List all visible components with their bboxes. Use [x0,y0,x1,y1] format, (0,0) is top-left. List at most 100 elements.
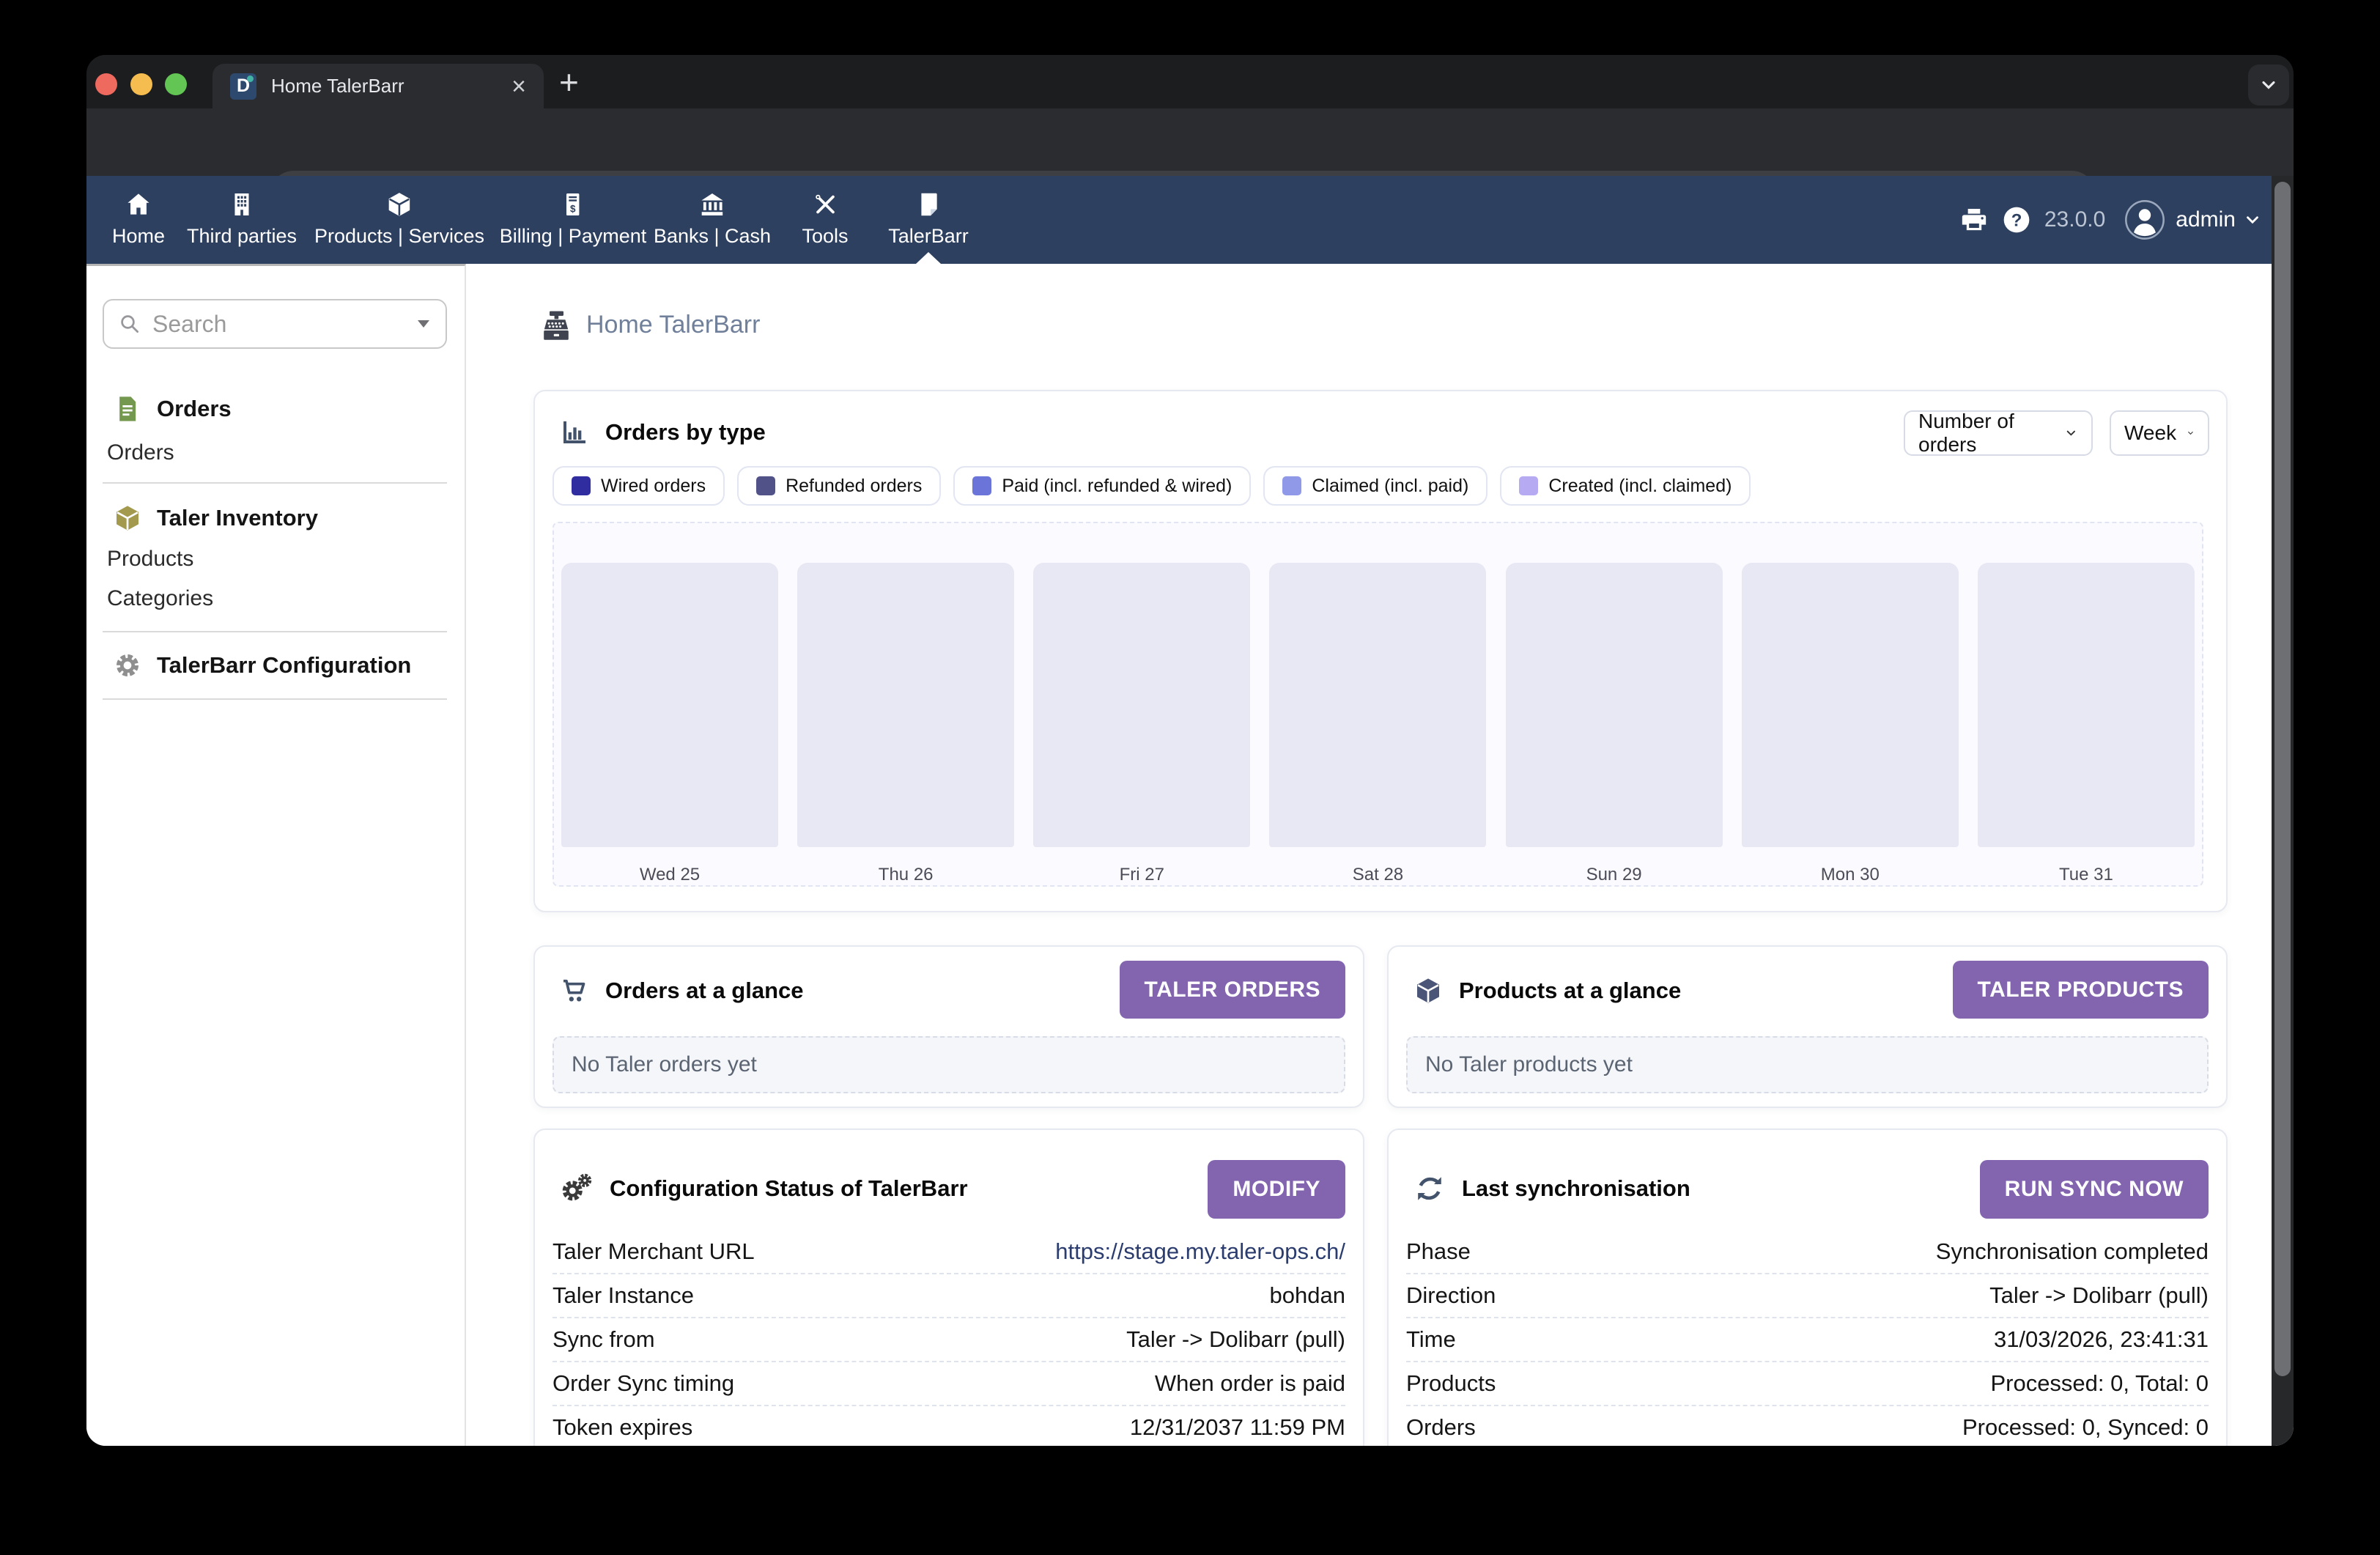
row-label: Time [1406,1326,1456,1353]
row-value: Processed: 0, Synced: 0 [1962,1414,2209,1441]
card-header: Configuration Status of TalerBarr [560,1130,968,1247]
sidebar-search[interactable] [103,299,447,349]
traffic-light-close-icon[interactable] [95,73,117,95]
row-label: Token expires [552,1414,692,1441]
legend-item-claimed[interactable]: Claimed (incl. paid) [1263,466,1488,506]
favicon-icon: D [230,73,256,100]
nav-item-banks-cash[interactable]: Banks | Cash [654,176,771,264]
nav-item-products-services[interactable]: Products | Services [314,176,484,264]
navbar-right-group: ? 23.0.0 admin [1959,176,2262,264]
placeholder-bar [1506,563,1723,847]
card-title: Orders by type [605,419,766,446]
merchant-url-link[interactable]: https://stage.my.taler-ops.ch/ [1055,1238,1345,1265]
search-input[interactable] [152,311,404,338]
x-tick-label: Fri 27 [1120,865,1164,885]
legend-item-paid[interactable]: Paid (incl. refunded & wired) [953,466,1251,506]
card-title: Last synchronisation [1462,1175,1690,1202]
products-empty-state: No Taler products yet [1406,1036,2209,1093]
row-label: Taler Merchant URL [552,1238,755,1265]
sidebar-link-categories[interactable]: Categories [107,583,213,615]
legend-swatch [1282,476,1301,495]
nav-item-third-parties[interactable]: Third parties [187,176,297,264]
tab-strip: D Home TalerBarr × + [86,55,2294,108]
sidebar-section-orders[interactable]: Orders [113,392,232,426]
new-tab-button[interactable]: + [559,65,579,99]
print-icon[interactable] [1959,205,1989,234]
taler-products-button[interactable]: TALER PRODUCTS [1953,961,2209,1019]
run-sync-now-button[interactable]: RUN SYNC NOW [1980,1160,2209,1219]
legend-item-created[interactable]: Created (incl. claimed) [1500,466,1751,506]
card-header: Products at a glance [1413,947,1681,1035]
nav-label: Home [112,225,165,248]
nav-item-talerbarr[interactable]: TalerBarr [888,176,969,264]
nav-item-billing-payment[interactable]: $ Billing | Payment [500,176,647,264]
legend-swatch [572,476,591,495]
browser-window: D Home TalerBarr × + dolibarr.tutorial.t… [86,55,2294,1446]
legend-swatch [972,476,991,495]
nav-label: TalerBarr [888,225,969,248]
sidebar-section-taler-inventory[interactable]: Taler Inventory [113,501,318,535]
sidebar-link-orders[interactable]: Orders [107,437,174,469]
traffic-light-minimize-icon[interactable] [130,73,152,95]
browser-toolbar: dolibarr.tutorial.taler.potuzhnyi.com/cu… [86,108,2294,176]
orders-empty-state: No Taler orders yet [552,1036,1345,1093]
sidebar-link-products[interactable]: Products [107,543,193,575]
legend-swatch [1519,476,1538,495]
nav-label: Billing | Payment [500,225,647,248]
table-row: Direction Taler -> Dolibarr (pull) [1406,1274,2209,1318]
x-tick-label: Sat 28 [1353,865,1403,885]
table-row: Token expires12/31/2037 11:59 PM [552,1406,1345,1446]
row-label: Sync from [552,1326,655,1353]
user-menu[interactable]: admin [2176,207,2236,232]
legend-item-refunded[interactable]: Refunded orders [737,466,941,506]
nav-item-home[interactable]: Home [112,176,165,264]
legend-item-wired[interactable]: Wired orders [552,466,725,506]
row-label: Taler Instance [552,1282,694,1309]
legend-label: Created (incl. claimed) [1548,476,1732,497]
nav-item-tools[interactable]: Tools [802,176,848,264]
x-tick-label: Thu 26 [879,865,934,885]
tab-search-chevron-button[interactable] [2248,64,2289,106]
sidebar-section-talerbarr-configuration[interactable]: TalerBarr Configuration [113,649,411,682]
table-row: Taler Merchant URL https://stage.my.taler… [552,1230,1345,1274]
period-select[interactable]: Week [2110,410,2209,456]
version-label: 23.0.0 [2044,207,2105,232]
section-title: Taler Inventory [157,505,318,531]
chevron-down-icon[interactable] [2243,210,2262,229]
scrollbar-thumb[interactable] [2274,182,2291,1376]
legend-label: Paid (incl. refunded & wired) [1002,476,1232,497]
help-icon[interactable]: ? [2002,205,2031,234]
ledger-icon [914,191,942,218]
orders-chart: Wed 25 Thu 26 Fri 27 Sat 28 Sun 29 Mon 3… [552,522,2203,887]
screenshot-stage: D Home TalerBarr × + dolibarr.tutorial.t… [0,0,2380,1555]
card-title: Products at a glance [1459,978,1681,1004]
table-row: Sync from Taler -> Dolibarr (pull) [552,1318,1345,1362]
chart-column: Sun 29 [1506,563,1723,885]
modify-button[interactable]: MODIFY [1208,1160,1345,1219]
section-title: TalerBarr Configuration [157,652,411,679]
row-label: Direction [1406,1282,1496,1309]
metric-select[interactable]: Number of orders [1904,410,2093,456]
legend-label: Claimed (incl. paid) [1312,476,1468,497]
nav-label: Tools [802,225,848,248]
browser-tab[interactable]: D Home TalerBarr × [212,64,544,108]
user-avatar-icon[interactable] [2124,199,2165,240]
chart-column: Thu 26 [797,563,1014,885]
x-tick-label: Mon 30 [1821,865,1880,885]
home-icon [125,191,152,218]
tab-close-icon[interactable]: × [511,74,526,99]
row-value: bohdan [1270,1282,1345,1309]
x-tick-label: Wed 25 [640,865,700,885]
taler-orders-button[interactable]: TALER ORDERS [1120,961,1345,1019]
search-dropdown-caret-icon[interactable] [416,319,431,329]
traffic-light-zoom-icon[interactable] [165,73,187,95]
chevron-down-icon [2258,75,2279,95]
row-value: Taler -> Dolibarr (pull) [1126,1326,1345,1353]
favicon-dot [247,75,254,82]
legend-swatch [756,476,775,495]
bank-icon [698,191,726,218]
web-page: Home Third parties Products | Services $… [86,176,2294,1446]
placeholder-bar [1269,563,1486,847]
sync-rows: PhaseSynchronisation completed Direction… [1406,1230,2209,1446]
row-value: Taler -> Dolibarr (pull) [1989,1282,2209,1309]
